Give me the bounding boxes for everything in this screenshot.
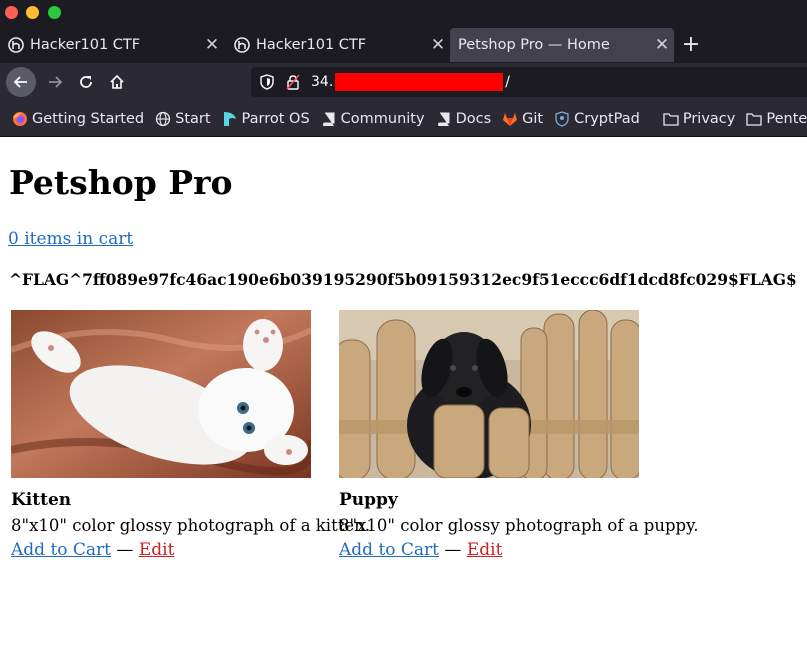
edit-link[interactable]: Edit (139, 540, 175, 560)
reload-button[interactable] (71, 67, 101, 97)
tab-title: Petshop Pro — Home (458, 37, 610, 53)
shield-icon[interactable] (257, 72, 277, 92)
action-separator: — (111, 540, 139, 560)
bookmark-folder-pentest[interactable]: Pentest (746, 111, 807, 127)
cryptpad-icon (554, 110, 570, 127)
reload-icon (80, 76, 92, 88)
bookmark-folder-privacy[interactable]: Privacy (663, 111, 735, 127)
bookmark-git[interactable]: Git (502, 111, 543, 127)
url-text: 34. / (311, 73, 510, 91)
edit-link[interactable]: Edit (467, 540, 503, 560)
window-minimize-button[interactable] (26, 6, 39, 19)
bookmark-docs[interactable]: Docs (436, 111, 491, 127)
url-redaction (335, 73, 504, 91)
cart-link[interactable]: 0 items in cart (8, 229, 133, 249)
window-close-button[interactable] (5, 6, 18, 19)
globe-icon (155, 111, 171, 127)
book-icon (436, 111, 452, 127)
bookmarks-toolbar: Getting Started Start Parrot OS Communit… (0, 101, 807, 137)
tab-title: Hacker101 CTF (256, 37, 367, 53)
product-kitten: Kitten 8"x10" color glossy photograph of… (11, 310, 370, 560)
bookmark-cryptpad[interactable]: CryptPad (554, 111, 640, 127)
page-content: Petshop Pro 0 items in cart ^FLAG^7ff089… (0, 137, 807, 654)
tab-close-icon[interactable]: ✕ (650, 35, 674, 55)
new-tab-button[interactable]: + (680, 30, 702, 60)
window-maximize-button[interactable] (48, 6, 61, 19)
tab-strip: Hacker101 CTF ✕ Hacker101 CTF ✕ Petshop … (0, 27, 807, 63)
tab-hacker101-2[interactable]: Hacker101 CTF ✕ (226, 29, 450, 61)
product-name: Kitten (11, 490, 72, 510)
tab-hacker101-1[interactable]: Hacker101 CTF ✕ (0, 29, 224, 61)
product-actions: Add to Cart — Edit (11, 540, 370, 560)
bookmark-start[interactable]: Start (155, 111, 211, 127)
product-actions: Add to Cart — Edit (339, 540, 698, 560)
page-title: Petshop Pro (9, 163, 233, 202)
flag-text: ^FLAG^7ff089e97fc46ac190e6b039195290f5b0… (9, 270, 797, 289)
product-description: 8"x10" color glossy photograph of a pupp… (339, 516, 699, 535)
back-button[interactable] (6, 67, 36, 97)
gitlab-icon (502, 111, 518, 127)
home-icon (110, 74, 124, 89)
tab-close-icon[interactable]: ✕ (200, 35, 224, 55)
book-icon (321, 111, 337, 127)
insecure-lock-icon[interactable] (283, 72, 303, 92)
kitten-photo (11, 310, 311, 478)
folder-icon (746, 111, 763, 127)
forward-arrow-icon (49, 76, 63, 88)
bookmark-parrot-os[interactable]: Parrot OS (222, 111, 310, 127)
back-arrow-icon (13, 76, 27, 88)
puppy-photo (339, 310, 639, 478)
tab-title: Hacker101 CTF (30, 37, 141, 53)
bookmark-getting-started[interactable]: Getting Started (12, 111, 144, 127)
home-button[interactable] (102, 67, 132, 97)
bookmark-community[interactable]: Community (321, 111, 425, 127)
action-separator: — (439, 540, 467, 560)
tab-close-icon[interactable]: ✕ (426, 35, 450, 55)
product-name: Puppy (339, 490, 398, 510)
address-bar[interactable]: 34. / (251, 67, 807, 97)
parrot-icon (222, 111, 238, 127)
product-puppy: Puppy 8"x10" color glossy photograph of … (339, 310, 698, 560)
add-to-cart-link[interactable]: Add to Cart (11, 540, 111, 560)
add-to-cart-link[interactable]: Add to Cart (339, 540, 439, 560)
firefox-icon (12, 111, 28, 127)
product-description: 8"x10" color glossy photograph of a kitt… (11, 516, 370, 535)
window-titlebar (0, 0, 807, 27)
navigation-toolbar: 34. / (0, 63, 807, 101)
hacker101-icon (8, 37, 24, 53)
forward-button[interactable] (40, 67, 70, 97)
folder-icon (663, 111, 679, 127)
tab-petshop-home[interactable]: Petshop Pro — Home ✕ (450, 28, 674, 62)
hacker101-icon (234, 37, 250, 53)
